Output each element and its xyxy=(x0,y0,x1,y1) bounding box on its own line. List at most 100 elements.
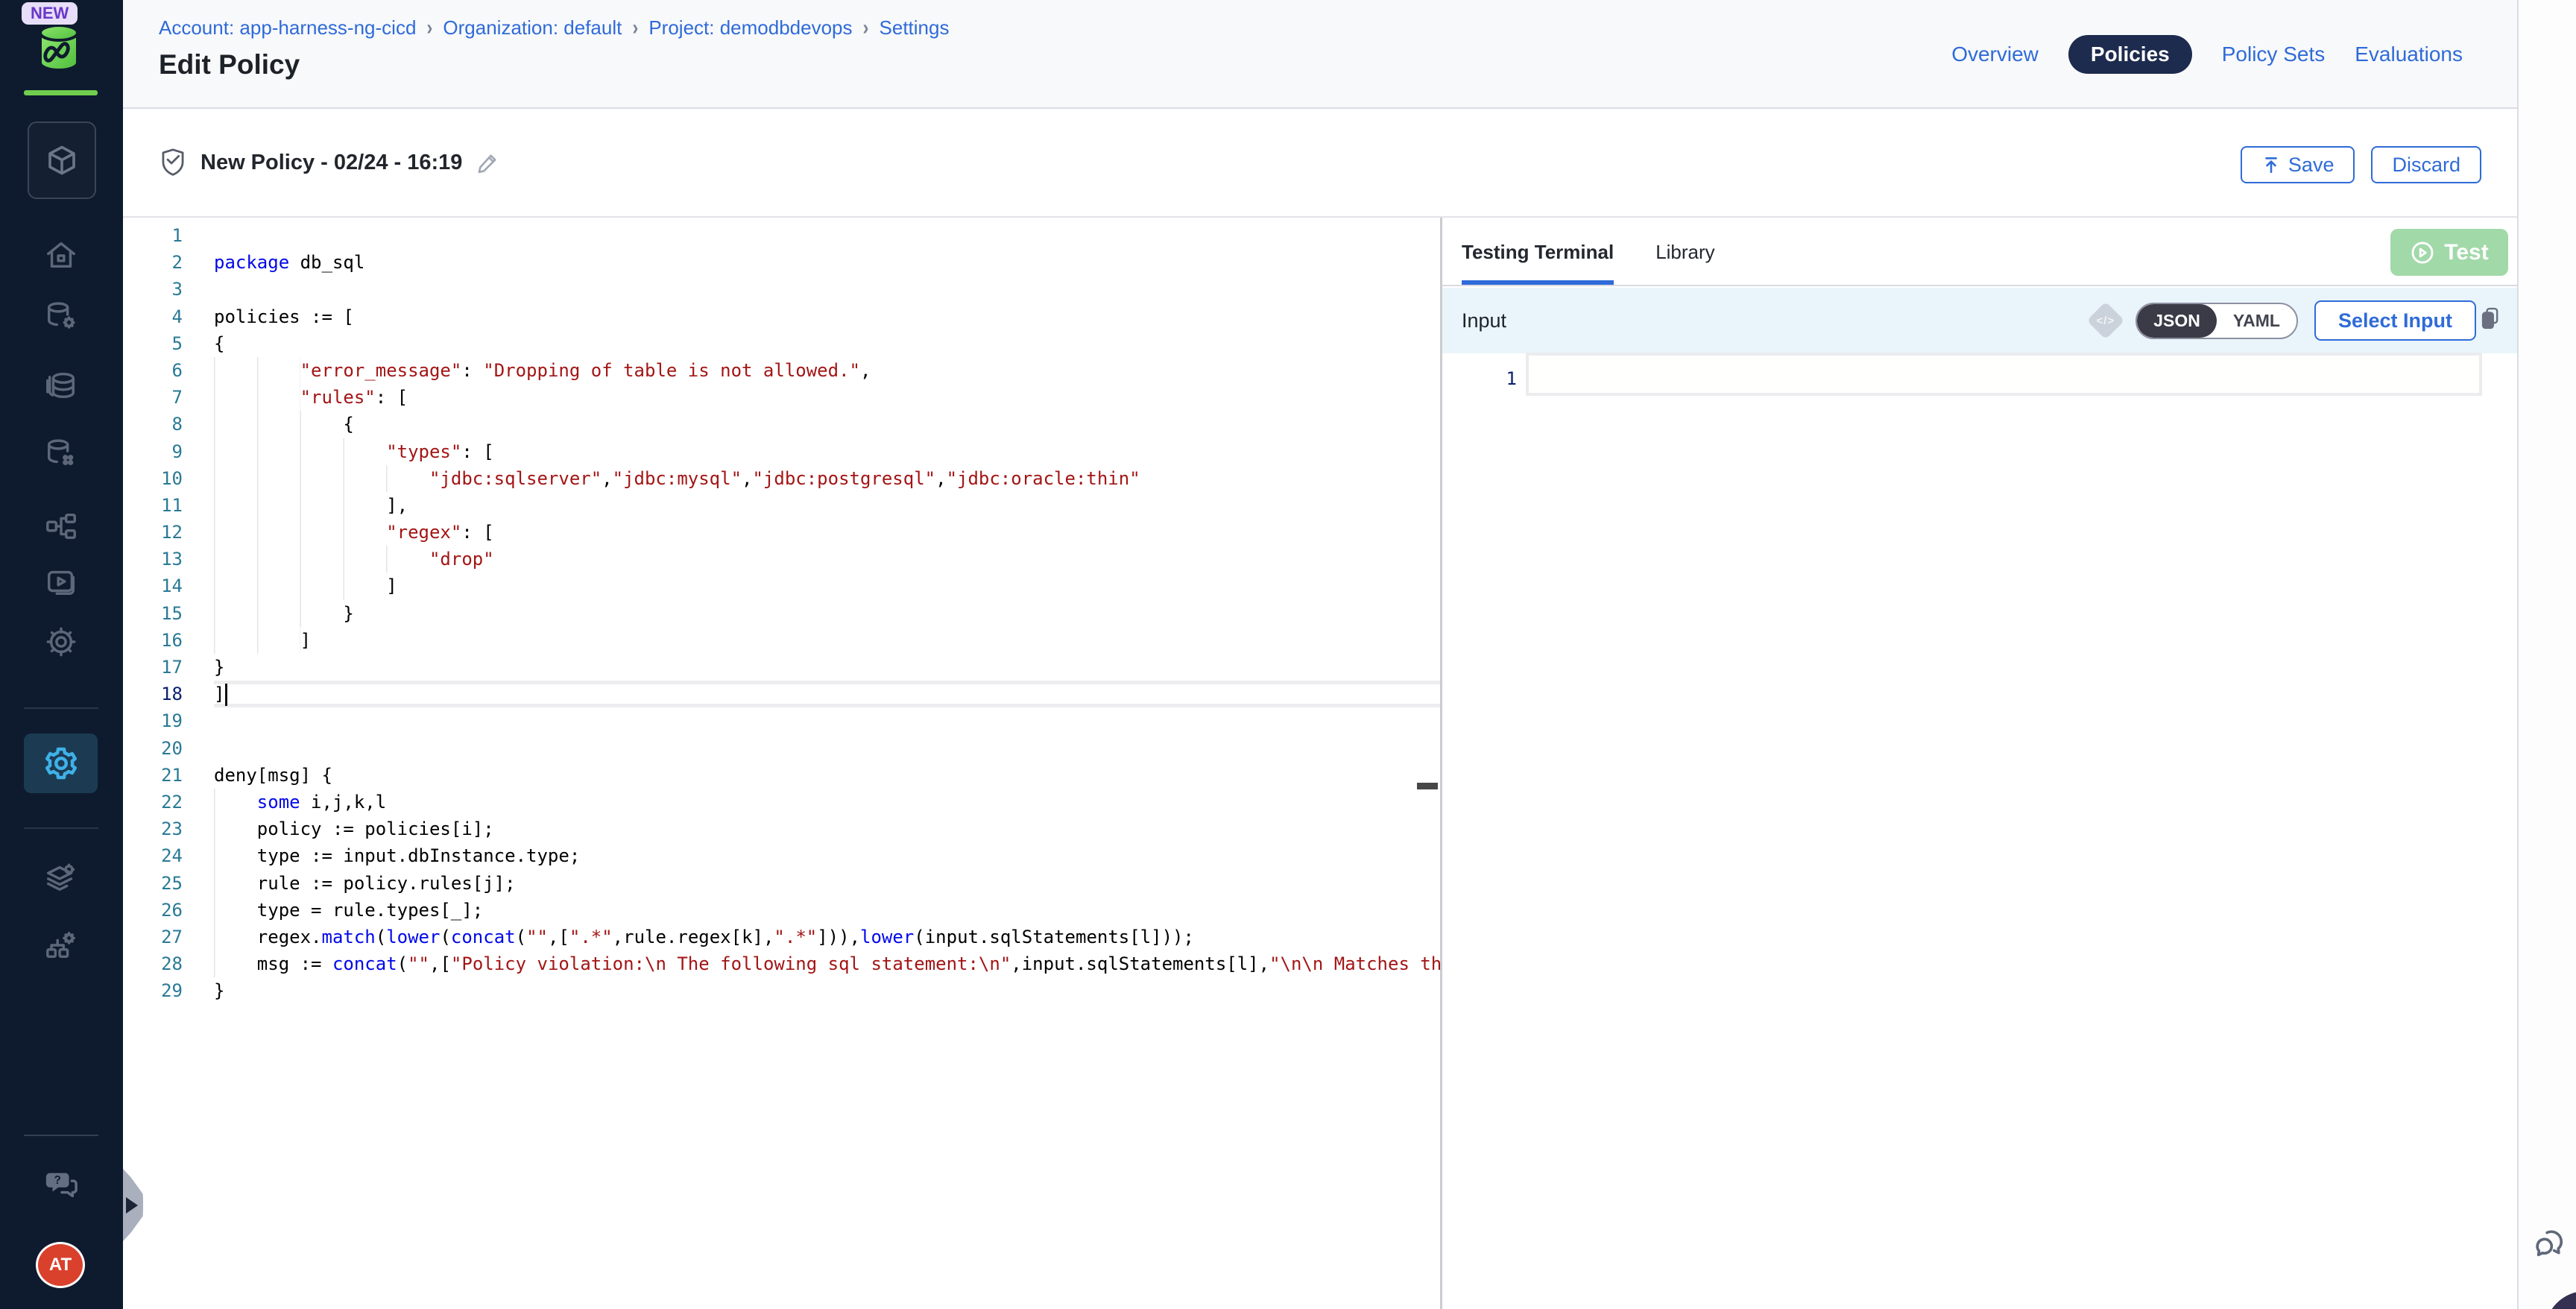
code-line[interactable]: } xyxy=(214,600,1440,627)
sidebar-item-project-setup[interactable] xyxy=(44,625,78,659)
sidebar-item-executions[interactable] xyxy=(44,565,78,599)
line-number[interactable]: 10 xyxy=(123,465,183,492)
line-number[interactable]: 28 xyxy=(123,950,183,977)
test-button[interactable]: Test xyxy=(2390,229,2508,276)
line-number[interactable]: 26 xyxy=(123,897,183,924)
test-input-editor[interactable] xyxy=(1442,353,2517,1309)
sidebar-item-settings-active[interactable] xyxy=(24,734,98,793)
format-toggle: JSON YAML xyxy=(2135,303,2298,339)
code-line[interactable]: "rules": [ xyxy=(214,384,1440,411)
select-input-button[interactable]: Select Input xyxy=(2314,300,2476,341)
code-lines[interactable]: package db_sqlpolicies := [{"error_messa… xyxy=(206,222,1440,1004)
code-line[interactable]: policies := [ xyxy=(214,303,1440,330)
line-number[interactable]: 13 xyxy=(123,546,183,573)
code-line[interactable]: "jdbc:sqlserver","jdbc:mysql","jdbc:post… xyxy=(214,465,1440,492)
line-number[interactable]: 15 xyxy=(123,600,183,627)
code-line[interactable] xyxy=(214,222,1440,249)
code-line[interactable]: { xyxy=(214,330,1440,357)
breadcrumb-organization-link[interactable]: Organization: default xyxy=(443,16,622,40)
copy-icon[interactable] xyxy=(2480,306,2502,331)
tab-evaluations[interactable]: Evaluations xyxy=(2355,42,2463,66)
code-line[interactable]: "drop" xyxy=(214,546,1440,573)
code-line[interactable]: "error_message": "Dropping of table is n… xyxy=(214,357,1440,384)
sidebar-item-org-structure[interactable] xyxy=(44,928,78,962)
logo-underline xyxy=(24,90,98,95)
code-line[interactable]: ], xyxy=(214,492,1440,519)
tab-overview[interactable]: Overview xyxy=(1951,42,2039,66)
code-line[interactable]: "regex": [ xyxy=(214,519,1440,546)
line-number[interactable]: 3 xyxy=(123,276,183,303)
sidebar-item-default-settings[interactable] xyxy=(44,859,78,894)
line-number[interactable]: 27 xyxy=(123,924,183,950)
breadcrumb-settings-link[interactable]: Settings xyxy=(880,16,950,40)
line-number[interactable]: 8 xyxy=(123,411,183,438)
editor-gutter[interactable]: 1234567891011121314151617181920212223242… xyxy=(123,222,206,1004)
harness-db-devops-logo-icon[interactable] xyxy=(34,22,83,78)
code-line[interactable]: { xyxy=(214,411,1440,438)
format-option-json[interactable]: JSON xyxy=(2137,304,2217,338)
tab-policy-sets[interactable]: Policy Sets xyxy=(2222,42,2326,66)
policy-code-editor[interactable]: 1234567891011121314151617181920212223242… xyxy=(123,219,1440,1309)
code-line[interactable]: msg := concat("",["Policy violation:\n T… xyxy=(214,950,1440,977)
sidebar-item-pipelines[interactable] xyxy=(44,509,78,543)
code-line[interactable]: ] xyxy=(214,573,1440,599)
code-line[interactable]: some i,j,k,l xyxy=(214,789,1440,816)
line-number[interactable]: 23 xyxy=(123,816,183,842)
code-line[interactable]: deny[msg] { xyxy=(214,762,1440,789)
avatar[interactable]: AT xyxy=(36,1242,85,1288)
line-number[interactable]: 7 xyxy=(123,384,183,411)
line-number[interactable]: 2 xyxy=(123,249,183,276)
tab-library[interactable]: Library xyxy=(1655,219,1714,285)
line-number[interactable]: 22 xyxy=(123,789,183,816)
line-number[interactable]: 9 xyxy=(123,438,183,465)
code-line[interactable]: regex.match(lower(concat("",[".*",rule.r… xyxy=(214,924,1440,950)
code-line[interactable] xyxy=(214,707,1440,734)
save-button[interactable]: Save xyxy=(2241,146,2355,183)
sidebar-item-help[interactable]: ? xyxy=(44,1167,78,1202)
code-line[interactable] xyxy=(214,735,1440,762)
code-line[interactable]: ] xyxy=(214,627,1440,654)
code-line[interactable]: ] xyxy=(214,681,1440,707)
sidebar-item-db-schemas[interactable] xyxy=(44,435,78,470)
code-line[interactable]: type = rule.types[_]; xyxy=(214,897,1440,924)
input-line-number[interactable]: 1 xyxy=(1442,368,1517,389)
sidebar-item-db-instances[interactable] xyxy=(44,298,78,332)
line-number[interactable]: 11 xyxy=(123,492,183,519)
code-line[interactable]: "types": [ xyxy=(214,438,1440,465)
sidebar-item-databases[interactable] xyxy=(44,368,78,403)
expression-icon[interactable]: </> xyxy=(2087,302,2125,340)
code-line[interactable]: } xyxy=(214,977,1440,1004)
code-line[interactable]: type := input.dbInstance.type; xyxy=(214,842,1440,869)
code-line[interactable] xyxy=(214,276,1440,303)
code-line[interactable]: package db_sql xyxy=(214,249,1440,276)
line-number[interactable]: 12 xyxy=(123,519,183,546)
line-number[interactable]: 21 xyxy=(123,762,183,789)
edit-pencil-icon[interactable] xyxy=(476,150,501,175)
code-line[interactable]: policy := policies[i]; xyxy=(214,816,1440,842)
discard-button[interactable]: Discard xyxy=(2371,146,2481,183)
line-number[interactable]: 29 xyxy=(123,977,183,1004)
tab-testing-terminal[interactable]: Testing Terminal xyxy=(1462,219,1614,285)
code-line[interactable]: rule := policy.rules[j]; xyxy=(214,870,1440,897)
line-number[interactable]: 16 xyxy=(123,627,183,654)
line-number[interactable]: 14 xyxy=(123,573,183,599)
breadcrumb-account-link[interactable]: Account: app-harness-ng-cicd xyxy=(159,16,416,40)
sidebar-item-module-db-devops[interactable] xyxy=(28,122,96,199)
code-line[interactable]: } xyxy=(214,654,1440,681)
line-number[interactable]: 1 xyxy=(123,222,183,249)
line-number[interactable]: 25 xyxy=(123,870,183,897)
chat-bubbles-icon[interactable] xyxy=(2532,1226,2566,1261)
line-number[interactable]: 19 xyxy=(123,707,183,734)
breadcrumb-project-link[interactable]: Project: demodbdevops xyxy=(648,16,852,40)
line-number[interactable]: 24 xyxy=(123,842,183,869)
input-current-line[interactable] xyxy=(1526,353,2482,396)
line-number[interactable]: 5 xyxy=(123,330,183,357)
format-option-yaml[interactable]: YAML xyxy=(2217,304,2296,338)
line-number[interactable]: 6 xyxy=(123,357,183,384)
line-number[interactable]: 18 xyxy=(123,681,183,707)
sidebar-item-home[interactable] xyxy=(44,238,78,272)
line-number[interactable]: 20 xyxy=(123,735,183,762)
tab-policies[interactable]: Policies xyxy=(2068,35,2192,74)
line-number[interactable]: 17 xyxy=(123,654,183,681)
line-number[interactable]: 4 xyxy=(123,303,183,330)
